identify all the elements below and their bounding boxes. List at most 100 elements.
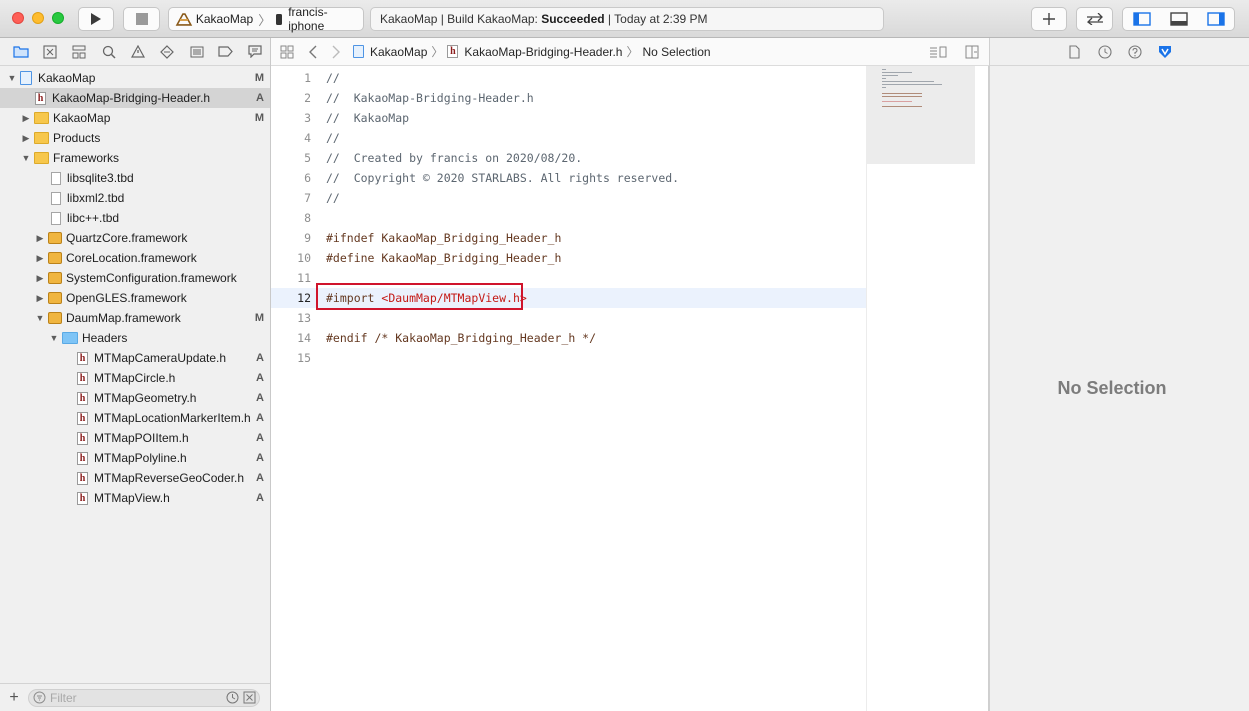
zoom-window-button[interactable] [52, 12, 64, 24]
tree-item-header[interactable]: h MTMapPOIItem.h A [0, 428, 270, 448]
disclosure-closed-icon[interactable]: ▶ [21, 113, 31, 123]
tree-item-group-products[interactable]: ▶ Products [0, 128, 270, 148]
source-control-filter-icon[interactable] [243, 691, 256, 704]
tree-item-project[interactable]: ▼ KakaoMap M [0, 68, 270, 88]
library-button[interactable] [1031, 7, 1067, 31]
tree-item-header[interactable]: h MTMapPolyline.h A [0, 448, 270, 468]
comment-text: // KakaoMap-Bridging-Header.h [326, 91, 534, 105]
tree-item-file[interactable]: libc++.tbd [0, 208, 270, 228]
disclosure-closed-icon[interactable]: ▶ [35, 293, 45, 303]
issue-navigator-tab[interactable] [123, 42, 152, 62]
symbol-navigator-tab[interactable] [65, 42, 94, 62]
tree-item-file[interactable]: libxml2.tbd [0, 188, 270, 208]
disclosure-open-icon[interactable]: ▼ [7, 73, 17, 83]
annotation-highlight-box [316, 283, 523, 310]
breadcrumb-selection[interactable]: No Selection [643, 45, 711, 59]
line-number: 8 [304, 211, 311, 225]
test-navigator-tab[interactable] [153, 42, 182, 62]
breadcrumb-project[interactable]: KakaoMap [370, 45, 427, 59]
minimap-line [882, 81, 934, 82]
disclosure-open-icon[interactable]: ▼ [35, 313, 45, 323]
navigator-toggle-icon[interactable] [1132, 12, 1151, 26]
breadcrumb-file[interactable]: KakaoMap-Bridging-Header.h [464, 45, 622, 59]
code-line: 1 // [271, 68, 866, 88]
vcs-status-badge: M [254, 72, 264, 84]
header-file-icon: h [77, 451, 88, 465]
report-navigator-tab[interactable] [241, 42, 270, 62]
filter-input[interactable]: Filter [28, 688, 260, 707]
tree-item-bridging-header[interactable]: h KakaoMap-Bridging-Header.h A [0, 88, 270, 108]
tree-item-header[interactable]: h MTMapLocationMarkerItem.h A [0, 408, 270, 428]
debug-navigator-tab[interactable] [182, 42, 211, 62]
tree-item-label: QuartzCore.framework [66, 231, 188, 245]
inspector-toggle-icon[interactable] [1206, 12, 1225, 26]
tree-item-file[interactable]: libsqlite3.tbd [0, 168, 270, 188]
disclosure-open-icon[interactable]: ▼ [21, 153, 31, 163]
tree-item-group-kakaomap[interactable]: ▶ KakaoMap M [0, 108, 270, 128]
quick-help-tab[interactable] [1120, 42, 1150, 62]
build-status: Succeeded [541, 12, 605, 26]
attributes-inspector-tab[interactable] [1150, 42, 1180, 62]
related-items-icon[interactable] [280, 45, 294, 59]
stop-button[interactable] [123, 7, 160, 31]
code-line: 8 [271, 208, 866, 228]
disclosure-closed-icon[interactable]: ▶ [21, 133, 31, 143]
framework-icon [48, 312, 62, 324]
code-line: 15 [271, 348, 866, 368]
file-icon [51, 171, 61, 185]
code-review-button[interactable] [1076, 7, 1113, 31]
debug-area-toggle-icon[interactable] [1169, 12, 1188, 26]
disclosure-closed-icon[interactable]: ▶ [35, 233, 45, 243]
recent-files-icon[interactable] [226, 691, 239, 704]
source-editor[interactable]: 1 // 2 // KakaoMap-Bridging-Header.h 3 // K… [271, 66, 866, 711]
back-arrow-icon[interactable] [308, 45, 318, 59]
tree-item-header[interactable]: h MTMapCircle.h A [0, 368, 270, 388]
tree-item-header[interactable]: h MTMapGeometry.h A [0, 388, 270, 408]
tree-item-header[interactable]: h MTMapReverseGeoCoder.h A [0, 468, 270, 488]
navigator-filter-bar: + Filter [0, 683, 270, 711]
tree-item-group-frameworks[interactable]: ▼ Frameworks [0, 148, 270, 168]
vcs-status-badge: A [256, 352, 264, 364]
disclosure-closed-icon[interactable]: ▶ [35, 273, 45, 283]
tree-item-header[interactable]: h MTMapView.h A [0, 488, 270, 508]
run-button[interactable] [78, 7, 114, 31]
preprocessor-text: #define KakaoMap_Bridging_Header_h [326, 251, 562, 265]
minimap[interactable] [866, 66, 989, 711]
tree-item-framework[interactable]: ▶ OpenGLES.framework [0, 288, 270, 308]
file-inspector-tab[interactable] [1060, 42, 1090, 62]
line-number: 14 [297, 331, 311, 345]
tree-item-framework-daummap[interactable]: ▼ DaumMap.framework M [0, 308, 270, 328]
editor-options-icon[interactable] [929, 46, 947, 58]
header-file-icon: h [447, 45, 459, 58]
breakpoint-navigator-tab[interactable] [211, 42, 240, 62]
disclosure-closed-icon[interactable]: ▶ [35, 253, 45, 263]
line-number: 4 [304, 131, 311, 145]
find-navigator-tab[interactable] [94, 42, 123, 62]
scheme-selector[interactable]: KakaoMap 〉 francis-iphone [168, 5, 364, 33]
tree-item-header[interactable]: h MTMapCameraUpdate.h A [0, 348, 270, 368]
tree-item-framework[interactable]: ▶ QuartzCore.framework [0, 228, 270, 248]
code-line: 9 #ifndef KakaoMap_Bridging_Header_h [271, 228, 866, 248]
gauge-icon [190, 46, 204, 57]
project-navigator-tab[interactable] [6, 42, 35, 62]
chevron-right-icon: 〉 [431, 45, 444, 59]
tree-item-framework[interactable]: ▶ CoreLocation.framework [0, 248, 270, 268]
minimap-line [882, 72, 912, 73]
add-editor-icon[interactable] [965, 45, 979, 59]
header-file-icon: h [77, 471, 88, 485]
minimize-window-button[interactable] [32, 12, 44, 24]
history-inspector-tab[interactable] [1090, 42, 1120, 62]
forward-arrow-icon[interactable] [331, 45, 341, 59]
close-window-button[interactable] [12, 12, 24, 24]
add-file-button[interactable]: + [0, 689, 28, 707]
tree-item-label: SystemConfiguration.framework [66, 271, 237, 285]
disclosure-open-icon[interactable]: ▼ [49, 333, 59, 343]
project-icon [20, 71, 32, 85]
tree-item-headers-folder[interactable]: ▼ Headers [0, 328, 270, 348]
vcs-status-badge: A [256, 472, 264, 484]
tree-item-framework[interactable]: ▶ SystemConfiguration.framework [0, 268, 270, 288]
line-number: 3 [304, 111, 311, 125]
source-control-tab[interactable] [35, 42, 64, 62]
vcs-status-badge: A [256, 492, 264, 504]
preprocessor-text: #endif /* KakaoMap_Bridging_Header_h */ [326, 331, 597, 345]
